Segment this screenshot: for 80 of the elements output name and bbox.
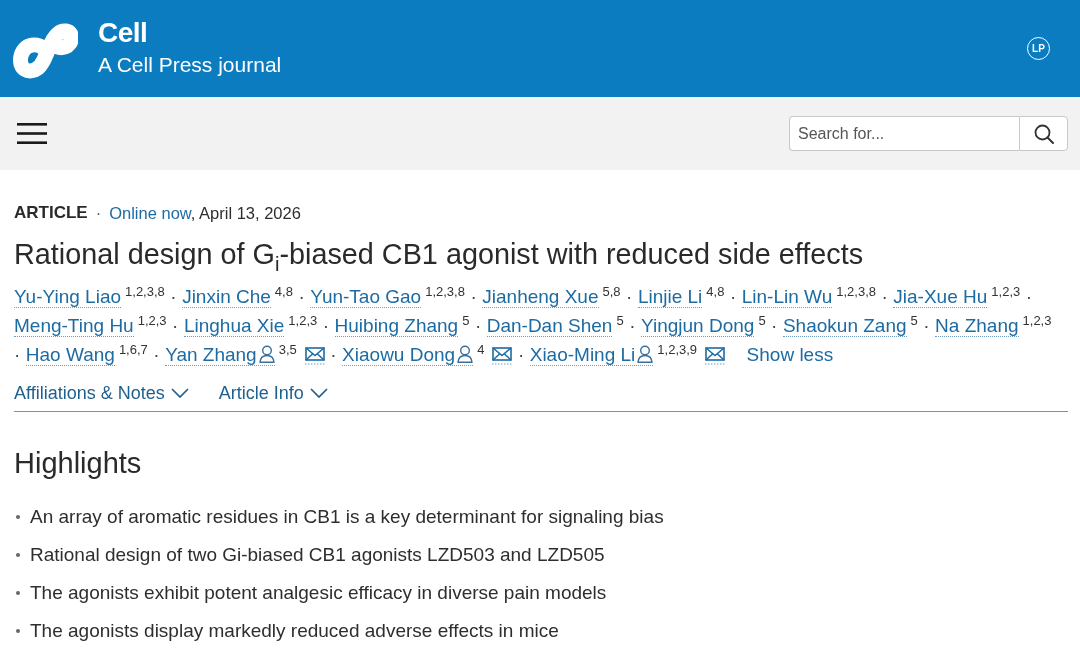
separator: ·	[881, 285, 888, 309]
author-link[interactable]: Hao Wang	[25, 344, 115, 366]
separator: ·	[170, 285, 177, 309]
affiliation-numbers: 1,2,3,8	[836, 284, 876, 299]
separator: ·	[298, 285, 305, 309]
separator: ·	[771, 314, 778, 338]
author-link[interactable]: Na Zhang	[935, 315, 1019, 337]
affiliation-numbers: 1,2,3	[288, 313, 318, 328]
separator: ·	[626, 285, 633, 309]
author-link[interactable]: Shaokun Zang	[782, 315, 907, 337]
envelope-icon[interactable]	[304, 346, 325, 365]
search-field[interactable]: Search for...	[789, 116, 1019, 151]
separator: ·	[172, 314, 179, 338]
separator: ·	[14, 343, 21, 367]
affiliation-numbers: 1,6,7	[118, 342, 148, 357]
author-link[interactable]: Yan Zhang	[165, 344, 275, 366]
journal-tagline: A Cell Press journal	[98, 53, 282, 77]
bullet-icon	[16, 629, 20, 633]
affiliation-numbers: 1,2,3,8	[425, 284, 465, 299]
chevron-down-icon	[309, 388, 328, 398]
highlight-text: The agonists exhibit potent analgesic efficacy in diverse pain models	[30, 581, 607, 605]
author-link[interactable]: Yingjun Dong	[641, 315, 755, 337]
separator: ·	[95, 203, 102, 224]
author-link[interactable]: Lin-Lin Wu	[741, 286, 833, 308]
menu-icon[interactable]	[17, 123, 47, 144]
separator: ·	[629, 314, 636, 338]
affiliation-numbers: 1,2,3,9	[657, 342, 698, 357]
author-link[interactable]: Linjie Li	[637, 286, 703, 308]
separator: ·	[470, 285, 477, 309]
author-link[interactable]: Dan-Dan Shen	[486, 315, 613, 337]
highlights-heading: Highlights	[14, 446, 143, 480]
article-type: ARTICLE	[14, 202, 88, 224]
affiliation-numbers: 1,2,3	[137, 313, 167, 328]
affiliation-numbers: 5,8	[602, 284, 621, 299]
affiliation-numbers: 4,8	[706, 284, 725, 299]
separator: ·	[729, 285, 737, 309]
author-link[interactable]: Jianheng Xue	[482, 286, 599, 308]
affiliation-numbers: 1,2,3	[1022, 313, 1052, 328]
separator: ·	[517, 343, 525, 367]
highlight-text: The agonists display markedly reduced adverse effects in mice	[30, 619, 559, 643]
search-button[interactable]	[1019, 116, 1068, 151]
separator: ·	[322, 314, 330, 338]
affiliation-numbers: 3,5	[278, 342, 297, 357]
separator: ·	[153, 343, 160, 367]
affiliation-numbers: 4	[477, 342, 485, 357]
chevron-down-icon	[170, 388, 189, 398]
author-link[interactable]: Xiaowu Dong	[342, 344, 474, 366]
online-status-link[interactable]: Online now	[109, 204, 191, 222]
author-link[interactable]: Yu-Ying Liao	[14, 286, 122, 308]
author-link[interactable]: Yun-Tao Gao	[310, 286, 422, 308]
author-link[interactable]: Huibing Zhang	[334, 315, 459, 337]
separator: ·	[474, 314, 482, 338]
author-link[interactable]: Jinxin Che	[182, 286, 271, 308]
article-title: Rational design of G$_{i}$-biased CB1 agonist with reduced side effects	[14, 237, 865, 271]
bullet-icon	[16, 591, 20, 595]
highlight-text: Rational design of two Gi-biased CB1 agonists LZD503 and LZD505	[30, 543, 605, 567]
journal-name: Cell	[98, 18, 149, 48]
affiliation-numbers: 1,2,3,8	[125, 284, 165, 299]
section-toggle[interactable]: Affiliations & Notes	[14, 381, 189, 405]
separator: ·	[923, 314, 930, 338]
section-toggle[interactable]: Article Info	[218, 381, 328, 405]
affiliation-numbers: 1,2,3	[991, 284, 1021, 299]
search-icon	[1033, 123, 1054, 144]
affiliation-numbers: 5	[616, 313, 624, 328]
bullet-icon	[16, 515, 20, 519]
bullet-icon	[16, 553, 20, 557]
affiliation-numbers: 4,8	[274, 284, 293, 299]
envelope-icon[interactable]	[705, 346, 726, 365]
affiliation-numbers: 5	[462, 313, 470, 328]
envelope-icon[interactable]	[492, 346, 513, 365]
show-less-link[interactable]: Show less	[746, 340, 834, 369]
affiliation-numbers: 5	[758, 313, 766, 328]
separator: ·	[330, 343, 337, 367]
separator: ·	[1025, 285, 1033, 309]
affiliation-numbers: 5	[910, 313, 918, 328]
highlight-text: An array of aromatic residues in CB1 is a key determinant for signaling bias	[30, 505, 664, 529]
author-link[interactable]: Xiao-Ming Li	[529, 344, 654, 366]
author-link[interactable]: Meng-Ting Hu	[14, 315, 134, 337]
author-link[interactable]: Linghua Xie	[183, 315, 285, 337]
author-link[interactable]: Jia-Xue Hu	[893, 286, 988, 308]
